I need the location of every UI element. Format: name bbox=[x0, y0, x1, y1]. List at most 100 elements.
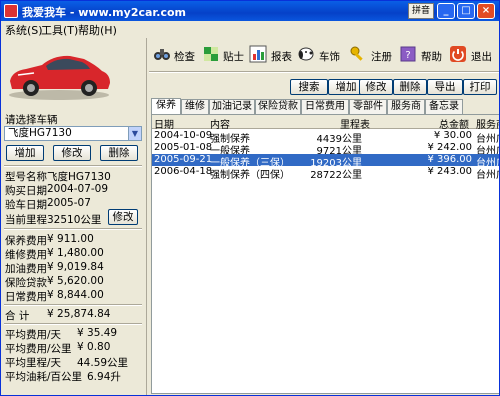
edit-record-button[interactable]: 修改 bbox=[359, 79, 393, 95]
average-value: 44.59公里 bbox=[77, 357, 129, 369]
tab-memo[interactable]: 备忘录 bbox=[425, 99, 463, 114]
average-value: ¥ 0.80 bbox=[77, 341, 111, 353]
toolbar-label: 退出 bbox=[471, 51, 492, 63]
cell-provider: 台州广 bbox=[476, 170, 499, 181]
puzzle-icon bbox=[204, 47, 218, 61]
ime-indicator[interactable]: 拼音 bbox=[408, 3, 434, 19]
cost-value: ¥ 1,480.00 bbox=[47, 247, 104, 259]
svg-text:?: ? bbox=[405, 50, 410, 61]
minimize-button[interactable]: _ bbox=[437, 3, 455, 19]
purchase-date-label: 购买日期 bbox=[5, 185, 47, 197]
title-bar: 我爱我车 - www.my2car.com 拼音 _ □ × bbox=[1, 1, 499, 21]
car-select[interactable]: 飞度HG7130 ▼ bbox=[4, 126, 142, 141]
cell-date: 2005-09-21 bbox=[154, 154, 213, 165]
print-button[interactable]: 打印 bbox=[463, 79, 497, 95]
model-value: 飞度HG7130 bbox=[47, 171, 111, 183]
binoculars-icon bbox=[154, 49, 170, 60]
menu-system[interactable]: 系统(S) bbox=[5, 22, 43, 38]
close-button[interactable]: × bbox=[477, 3, 495, 19]
export-button[interactable]: 导出 bbox=[427, 79, 463, 95]
toolbar-label: 注册 bbox=[371, 51, 392, 63]
help-book-icon: ? bbox=[400, 46, 416, 62]
tab-fuel[interactable]: 加油记录 bbox=[209, 99, 255, 114]
column-header-date[interactable]: 日期 bbox=[154, 116, 174, 131]
toolbar-label: 报表 bbox=[271, 51, 292, 63]
table-row[interactable]: 2004-10-09 强制保养 4439公里 ¥ 30.00 台州广 bbox=[152, 130, 499, 145]
key-icon bbox=[350, 46, 363, 61]
mileage-value: 32510公里 bbox=[47, 214, 102, 226]
maximize-button[interactable]: □ bbox=[457, 3, 475, 19]
toolbar-help[interactable]: ? 帮助 bbox=[399, 45, 445, 67]
cost-label: 日常费用 bbox=[5, 291, 47, 303]
model-label: 型号名称 bbox=[5, 171, 47, 183]
cell-content: 强制保养（四保） bbox=[210, 170, 290, 181]
cost-label: 维修费用 bbox=[5, 249, 47, 261]
chevron-down-icon[interactable]: ▼ bbox=[128, 127, 141, 140]
total-label: 合 计 bbox=[5, 310, 30, 322]
menu-tools[interactable]: 工具(T) bbox=[41, 22, 78, 38]
tab-daily-expense[interactable]: 日常费用 bbox=[301, 99, 349, 114]
tab-bar: 保养 维修 加油记录 保险贷款 日常费用 零部件 服务商 备忘录 bbox=[151, 98, 499, 114]
average-label: 平均费用/公里 bbox=[5, 343, 72, 355]
exit-power-icon bbox=[450, 46, 466, 62]
toolbar-report[interactable]: 报表 bbox=[249, 45, 295, 67]
divider bbox=[4, 228, 142, 230]
car-select-value: 飞度HG7130 bbox=[8, 127, 72, 139]
tab-providers[interactable]: 服务商 bbox=[387, 99, 425, 114]
cost-value: ¥ 9,019.84 bbox=[47, 261, 104, 273]
toolbar-tips[interactable]: 贴士 bbox=[202, 45, 248, 67]
cell-date: 2004-10-09 bbox=[154, 130, 213, 141]
delete-car-button[interactable]: 删除 bbox=[100, 145, 138, 161]
table-row[interactable]: 2005-01-08 一般保养 9721公里 ¥ 242.00 台州广 bbox=[152, 142, 499, 157]
average-label: 平均费用/天 bbox=[5, 329, 62, 341]
cost-value: ¥ 5,620.00 bbox=[47, 275, 104, 287]
tab-insurance[interactable]: 保险贷款 bbox=[255, 99, 301, 114]
add-car-button[interactable]: 增加 bbox=[6, 145, 44, 161]
cell-amount: ¥ 396.00 bbox=[427, 154, 472, 165]
inspection-date-label: 验车日期 bbox=[5, 199, 47, 211]
column-header-content[interactable]: 内容 bbox=[210, 116, 230, 131]
average-label: 平均油耗/百公里 bbox=[5, 371, 83, 383]
table-row[interactable]: 2006-04-18 强制保养（四保） 28722公里 ¥ 243.00 台州广 bbox=[152, 166, 499, 181]
records-table[interactable]: 日期 内容 里程表 总金额 服务商 2004-10-09 强制保养 4439公里… bbox=[151, 114, 499, 394]
cost-value: ¥ 8,844.00 bbox=[47, 289, 104, 301]
toolbar-divider bbox=[149, 71, 499, 73]
cell-mileage: 28722公里 bbox=[310, 170, 362, 181]
toolbar-label: 帮助 bbox=[421, 51, 442, 63]
delete-record-button[interactable]: 删除 bbox=[393, 79, 427, 95]
cost-label: 保养费用 bbox=[5, 235, 47, 247]
table-header: 日期 内容 里程表 总金额 服务商 bbox=[152, 115, 499, 131]
column-header-provider[interactable]: 服务商 bbox=[476, 116, 499, 131]
average-value: ¥ 35.49 bbox=[77, 327, 118, 339]
left-panel: 请选择车辆 飞度HG7130 ▼ 增加 修改 删除 型号名称 飞度HG7130 … bbox=[1, 38, 147, 395]
tab-parts[interactable]: 零部件 bbox=[349, 99, 387, 114]
column-header-mileage[interactable]: 里程表 bbox=[340, 116, 370, 131]
cost-label: 加油费用 bbox=[5, 263, 47, 275]
cell-date: 2005-01-08 bbox=[154, 142, 213, 153]
toolbar-exit[interactable]: 退出 bbox=[449, 45, 495, 67]
main-window: 我爱我车 - www.my2car.com 拼音 _ □ × 系统(S) 工具(… bbox=[0, 0, 500, 396]
purchase-date-value: 2004-07-09 bbox=[47, 183, 109, 195]
divider bbox=[4, 304, 142, 306]
menu-help[interactable]: 帮助(H) bbox=[78, 22, 117, 38]
table-row-selected[interactable]: 2005-09-21 一般保养（三保） 19203公里 ¥ 396.00 台州广 bbox=[152, 154, 499, 169]
cell-date: 2006-04-18 bbox=[154, 166, 213, 177]
total-value: ¥ 25,874.84 bbox=[47, 308, 111, 320]
tab-maintenance[interactable]: 保养 bbox=[151, 98, 181, 114]
edit-car-button[interactable]: 修改 bbox=[53, 145, 91, 161]
select-car-label: 请选择车辆 bbox=[5, 114, 58, 126]
tab-repair[interactable]: 维修 bbox=[181, 99, 209, 114]
search-button[interactable]: 搜索 bbox=[290, 79, 328, 95]
toolbar-register[interactable]: 注册 bbox=[349, 45, 395, 67]
cell-amount: ¥ 30.00 bbox=[433, 130, 472, 141]
average-value: 6.94升 bbox=[87, 371, 121, 383]
toolbar-check[interactable]: 检查 bbox=[153, 45, 199, 67]
column-header-amount[interactable]: 总金额 bbox=[439, 116, 469, 131]
average-label: 平均里程/天 bbox=[5, 357, 62, 369]
app-icon bbox=[4, 4, 18, 18]
mileage-label: 当前里程 bbox=[5, 214, 47, 226]
cell-amount: ¥ 243.00 bbox=[427, 166, 472, 177]
toolbar-accessories[interactable]: 车饰 bbox=[297, 45, 347, 67]
divider bbox=[4, 323, 142, 325]
edit-mileage-button[interactable]: 修改 bbox=[108, 209, 138, 225]
